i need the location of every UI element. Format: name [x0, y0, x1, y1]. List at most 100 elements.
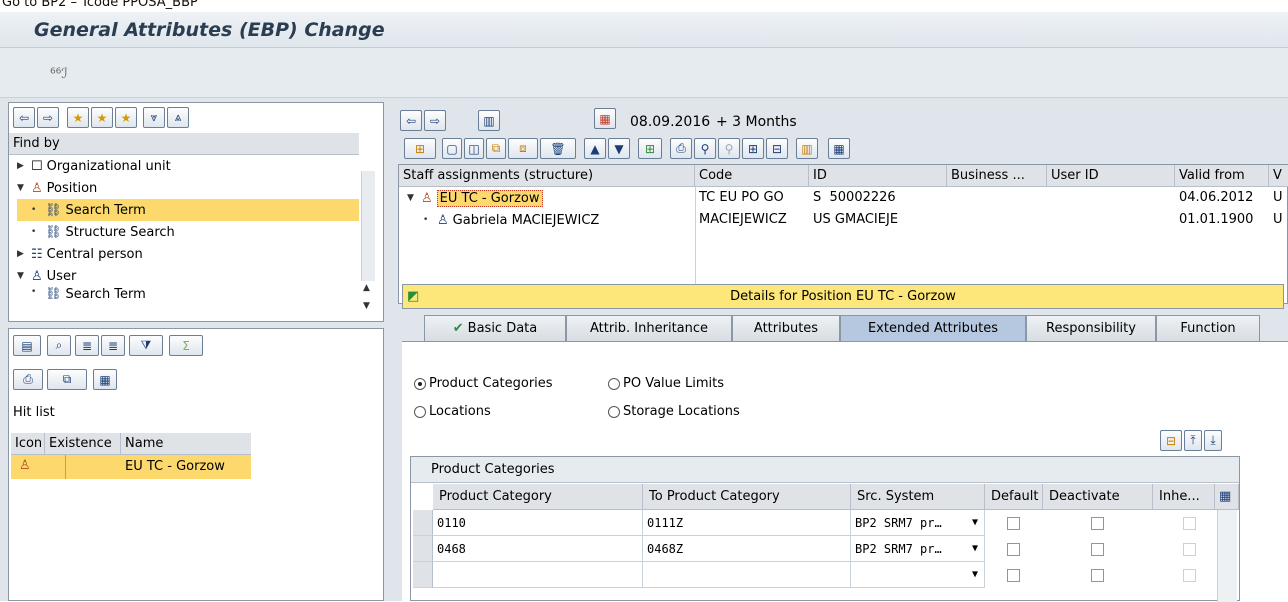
scroll-down-icon[interactable]: ▼	[363, 301, 370, 311]
cell-src-system[interactable]: BP2 SRM7 pr… ▼	[851, 536, 985, 562]
find-next-icon[interactable]: ⚲	[718, 138, 740, 159]
print-icon[interactable]: ⎙	[13, 369, 43, 390]
cell-product-category[interactable]: 0468	[433, 536, 643, 562]
dropdown-icon[interactable]: ▼	[972, 517, 978, 528]
collapse-icon[interactable]: ⩓	[167, 107, 189, 128]
sort-desc-icon[interactable]: ≣	[101, 335, 125, 356]
structure-row-user[interactable]: • ♙ Gabriela MACIEJEWICZ	[423, 209, 599, 231]
col-business[interactable]: Business ...	[947, 165, 1047, 187]
col-deactivate[interactable]: Deactivate	[1043, 484, 1153, 510]
tree-item-user[interactable]: ▼ ♙ User	[17, 265, 76, 287]
tab-basic-data[interactable]: ✔ Basic Data	[424, 315, 566, 341]
tab-attrib-inheritance[interactable]: Attrib. Inheritance	[566, 315, 732, 341]
col-inherited[interactable]: Inhe...	[1153, 484, 1215, 510]
sum-icon[interactable]: Σ	[169, 335, 203, 356]
cell-to-product-category[interactable]: 0111Z	[643, 510, 851, 536]
tab-extended-attributes[interactable]: Extended Attributes	[840, 315, 1026, 341]
tree-item-structure-search[interactable]: • ⛓ Structure Search	[17, 221, 175, 243]
column-settings-icon[interactable]: ▦	[1215, 484, 1239, 510]
radio-po-value-limits[interactable]: PO Value Limits	[608, 376, 724, 391]
cell-src-system[interactable]: ▼	[851, 562, 985, 588]
deactivate-checkbox[interactable]	[1091, 517, 1104, 530]
column-config-icon[interactable]: ▥	[796, 138, 818, 159]
default-checkbox[interactable]	[1007, 569, 1020, 582]
delete-row-icon[interactable]: ⊟	[1160, 430, 1182, 451]
tab-function[interactable]: Function	[1156, 315, 1260, 341]
cell-product-category[interactable]: 0110	[433, 510, 643, 536]
list-icon[interactable]: ▥	[478, 110, 500, 131]
row-selector[interactable]	[413, 510, 433, 536]
radio-locations[interactable]: Locations	[414, 404, 491, 419]
radio-product-categories[interactable]: Product Categories	[414, 376, 553, 391]
scroll-up-icon[interactable]: ▲	[363, 283, 370, 293]
create-icon[interactable]: ⊞	[404, 138, 436, 159]
move-down-icon[interactable]: ▼	[608, 138, 630, 159]
dropdown-icon[interactable]: ▼	[972, 569, 978, 580]
collapse-all-icon[interactable]: ⊟	[766, 138, 788, 159]
scroll-bottom-icon[interactable]: ⤓	[1204, 430, 1222, 451]
tree-item-central-person[interactable]: ▶ ☷ Central person	[17, 243, 143, 265]
deactivate-checkbox[interactable]	[1091, 543, 1104, 556]
tree-item-search-term[interactable]: • ⛓ Search Term	[17, 199, 359, 221]
calculator-icon[interactable]: ▦	[828, 138, 850, 159]
delete-icon[interactable]: 🗑	[540, 138, 576, 159]
tab-attributes[interactable]: Attributes	[732, 315, 840, 341]
cell-to-product-category[interactable]	[643, 562, 851, 588]
row-selector[interactable]	[413, 536, 433, 562]
col-valid-to[interactable]: V	[1269, 165, 1288, 187]
back-icon[interactable]: ⇦	[13, 107, 35, 128]
col-default[interactable]: Default	[985, 484, 1043, 510]
copy-icon[interactable]: ▢	[442, 138, 462, 159]
col-code[interactable]: Code	[695, 165, 809, 187]
calculator-icon[interactable]: ▦	[93, 369, 117, 390]
col-icon[interactable]: Icon	[11, 433, 45, 455]
cell-product-category[interactable]	[433, 562, 643, 588]
org-structure-icon[interactable]: ⊞	[638, 138, 662, 159]
scroll-top-icon[interactable]: ⤒	[1184, 430, 1202, 451]
grid-scrollbar[interactable]	[1217, 510, 1237, 602]
tree-scrollbar[interactable]	[361, 171, 375, 281]
col-existence[interactable]: Existence	[45, 433, 121, 455]
col-to-product-category[interactable]: To Product Category	[643, 484, 851, 510]
print-icon[interactable]: ⎙	[670, 138, 692, 159]
tree-item-org-unit[interactable]: ▶ ☐ Organizational unit	[17, 155, 171, 177]
tree-item-user-search-term[interactable]: • ⛓ Search Term	[17, 287, 146, 299]
filter-icon[interactable]: ⧩	[129, 335, 163, 356]
assign-icon[interactable]: ⧈	[508, 138, 538, 159]
tab-responsibility[interactable]: Responsibility	[1026, 315, 1156, 341]
dropdown-icon[interactable]: ▼	[972, 543, 978, 554]
col-name[interactable]: Name	[121, 433, 251, 455]
duplicate-icon[interactable]: ◫	[464, 138, 484, 159]
hit-row[interactable]: ♙ EU TC - Gorzow	[11, 455, 251, 479]
default-checkbox[interactable]	[1007, 543, 1020, 556]
sort-asc-icon[interactable]: ≣	[75, 335, 99, 356]
add-favorite-icon[interactable]: ★	[67, 107, 89, 128]
row-selector[interactable]	[413, 562, 433, 588]
move-icon[interactable]: ⧉	[486, 138, 506, 159]
col-id[interactable]: ID	[809, 165, 947, 187]
calendar-icon[interactable]: ▦	[594, 108, 616, 129]
structure-row-position[interactable]: ▼ ♙ EU TC - Gorzow	[407, 187, 543, 209]
export-icon[interactable]: ⧉	[47, 369, 87, 390]
forward-icon[interactable]: ⇨	[424, 110, 446, 131]
col-src-system[interactable]: Src. System	[851, 484, 985, 510]
col-product-category[interactable]: Product Category	[433, 484, 643, 510]
tree-item-position[interactable]: ▼ ♙ Position	[17, 177, 97, 199]
cell-to-product-category[interactable]: 0468Z	[643, 536, 851, 562]
find-icon[interactable]: ⚲	[694, 138, 716, 159]
find-icon[interactable]: ⌕	[47, 335, 71, 356]
cell-src-system[interactable]: BP2 SRM7 pr… ▼	[851, 510, 985, 536]
move-up-icon[interactable]: ▲	[584, 138, 606, 159]
deactivate-checkbox[interactable]	[1091, 569, 1104, 582]
default-checkbox[interactable]	[1007, 517, 1020, 530]
expand-icon[interactable]: ⩔	[143, 107, 165, 128]
forward-icon[interactable]: ⇨	[37, 107, 59, 128]
layout-icon[interactable]: ▤	[13, 335, 41, 356]
col-staff-assignments[interactable]: Staff assignments (structure)	[399, 165, 695, 187]
favorite-icon[interactable]: ★	[91, 107, 113, 128]
delete-favorite-icon[interactable]: ★	[115, 107, 137, 128]
expand-all-icon[interactable]: ⊞	[742, 138, 764, 159]
back-icon[interactable]: ⇦	[400, 110, 422, 131]
display-change-icon[interactable]: ⁶⁶ℐ	[50, 66, 68, 82]
col-valid-from[interactable]: Valid from	[1175, 165, 1269, 187]
